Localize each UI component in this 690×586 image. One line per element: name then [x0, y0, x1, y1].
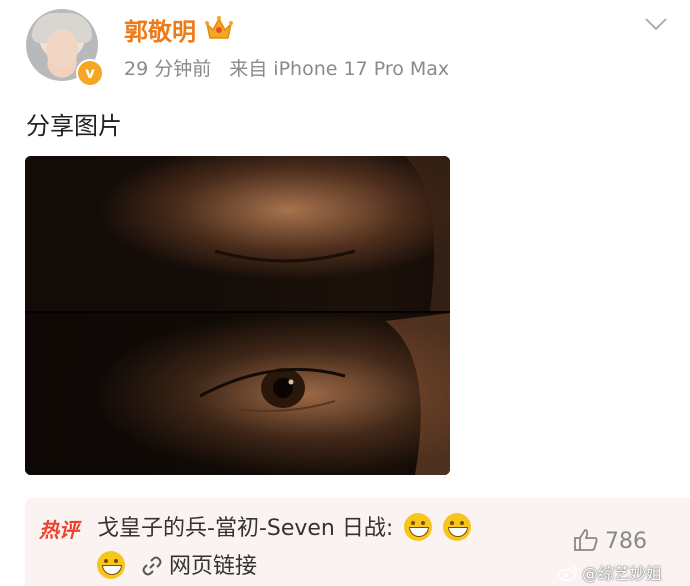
comment-author[interactable]: 戈皇子的兵-當初-Seven 日战: [97, 516, 386, 541]
post-time: 29 分钟前: [124, 58, 212, 80]
grin-emoji-icon: [404, 513, 433, 541]
avatar-face: [46, 29, 78, 69]
web-link[interactable]: 网页链接: [169, 554, 257, 579]
post-image[interactable]: [25, 156, 450, 475]
post-text: 分享图片: [26, 112, 122, 140]
avatar[interactable]: v: [26, 9, 104, 87]
username[interactable]: 郭敬明: [124, 12, 196, 47]
thumb-up-icon: [574, 529, 598, 551]
weibo-icon: [558, 566, 577, 581]
grin-emoji-icon: [443, 513, 472, 541]
like-count: 786: [605, 529, 647, 554]
watermark-text: @综艺妙姐: [582, 564, 663, 583]
post-source: 来自 iPhone 17 Pro Max: [229, 58, 450, 80]
comment-line: 戈皇子的兵-當初-Seven 日战:: [97, 510, 472, 542]
chevron-down-icon[interactable]: [644, 16, 668, 32]
hot-comment-tag: 热评: [39, 518, 79, 542]
post-meta: 29 分钟前 来自 iPhone 17 Pro Max: [124, 54, 461, 81]
eye-closeup-image: [25, 156, 450, 475]
comment-separator: :: [385, 516, 394, 541]
verified-badge-icon: v: [76, 59, 104, 87]
link-icon: [142, 556, 162, 576]
watermark: @综艺妙姐: [558, 560, 662, 584]
crown-icon: [205, 16, 233, 39]
like-button[interactable]: 786: [573, 528, 647, 554]
grin-emoji-icon: [97, 551, 125, 579]
comment-line: 网页链接: [97, 548, 257, 580]
